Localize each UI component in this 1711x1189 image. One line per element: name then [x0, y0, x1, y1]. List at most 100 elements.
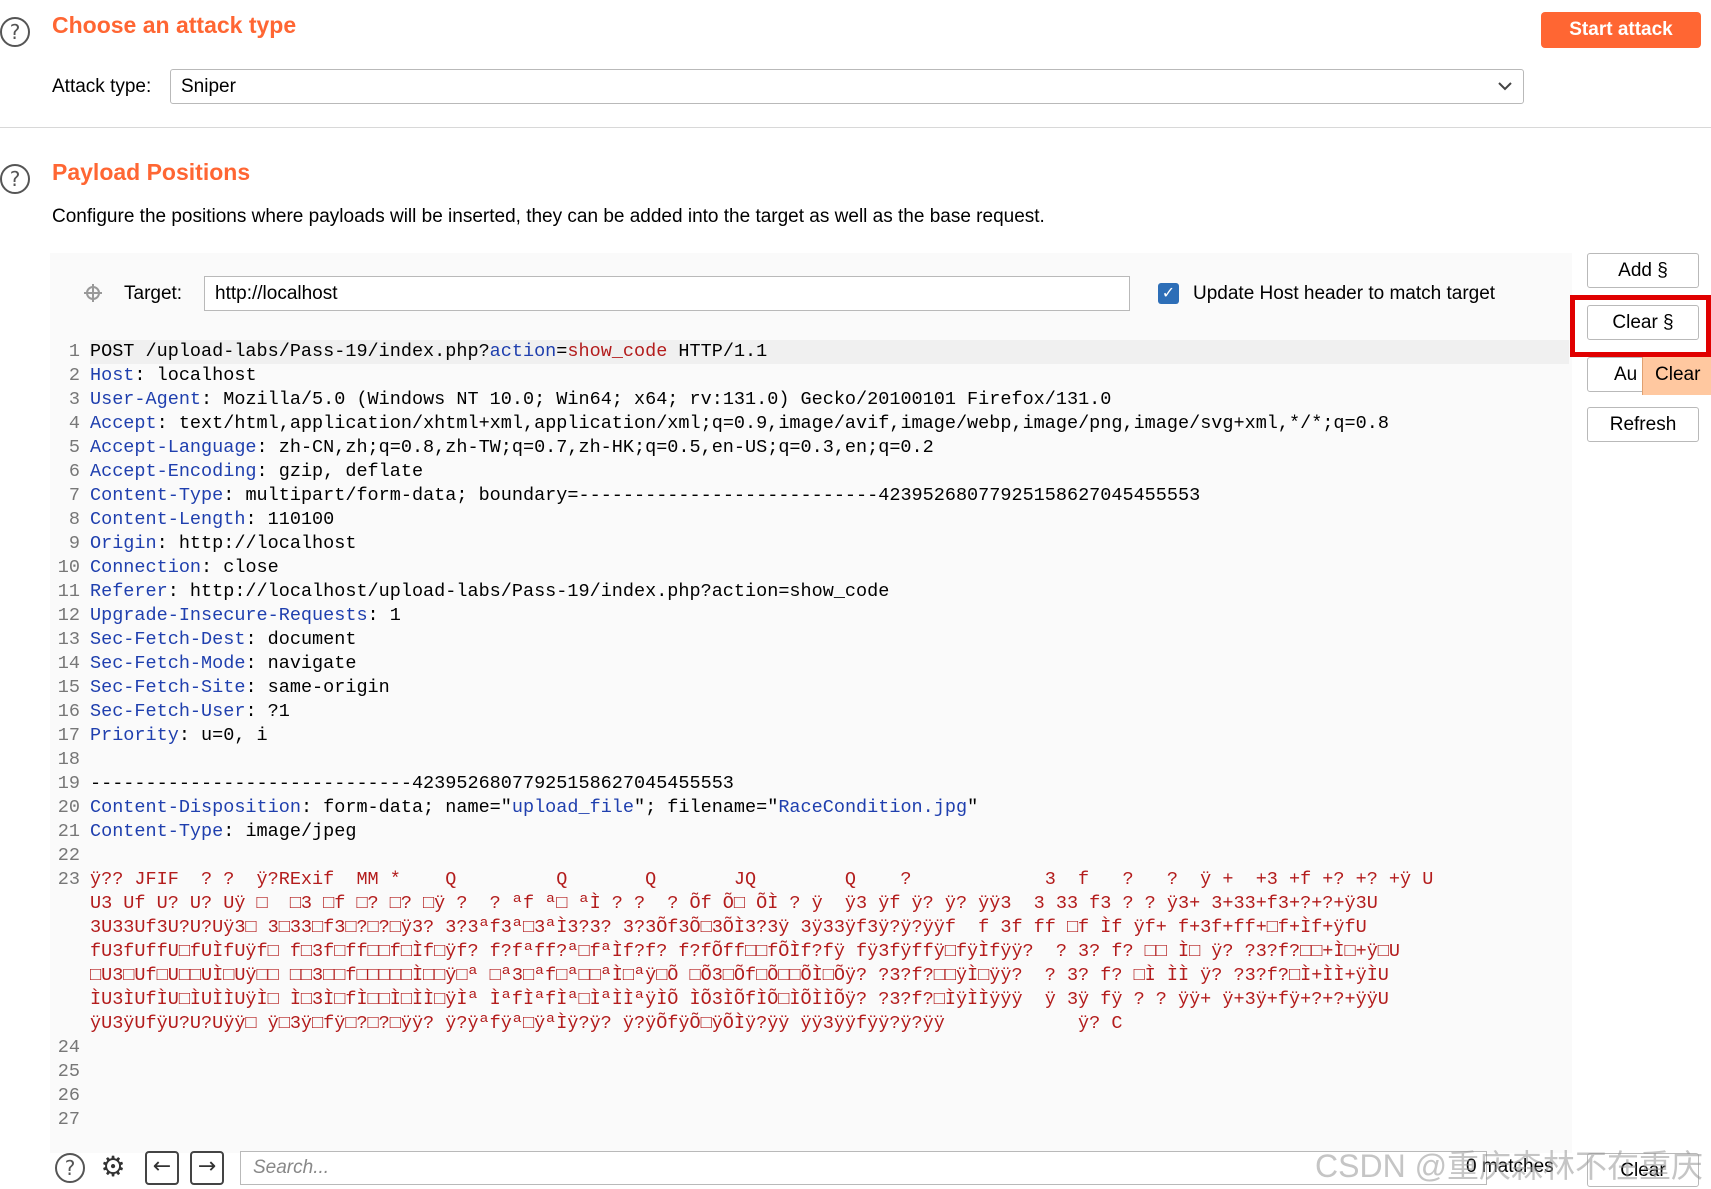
header-key: Sec-Fetch-Dest — [90, 629, 246, 650]
request-text: : ?1 — [245, 701, 290, 722]
line-number: 8 — [68, 509, 80, 530]
attack-type-label: Attack type: — [52, 76, 152, 97]
highlighted-value: fU3fUffU□fUÌfUÿf□ f□3f□ff□□f□Ìf□ÿf? f?fª… — [90, 941, 1401, 962]
highlighted-value: ÌU3ÌUfÌU□ÌUÌÌUÿÌ□ Ì□3Ì□fÌ□□Ì□ÌÌ□ÿÌª ÌªfÌ… — [90, 989, 1389, 1010]
request-line: 20 Content-Disposition: form-data; name="… — [54, 796, 978, 820]
header-key: Content-Length — [90, 509, 246, 530]
header-key: action — [489, 341, 557, 362]
line-number: 13 — [57, 629, 80, 650]
request-text: : document — [245, 629, 357, 650]
request-text: : gzip, deflate — [256, 461, 424, 482]
request-line: 18 — [54, 748, 90, 772]
header-key: Content-Type — [90, 821, 224, 842]
line-number: 18 — [57, 749, 80, 770]
line-number: 20 — [57, 797, 80, 818]
attack-type-value: Sniper — [181, 76, 236, 97]
payload-positions-description: Configure the positions where payloads w… — [52, 206, 1045, 227]
section-divider — [0, 127, 1711, 128]
highlight-box — [1570, 295, 1711, 357]
header-key: Content-Type — [90, 485, 224, 506]
header-key: Sec-Fetch-Mode — [90, 653, 246, 674]
request-line: 13 Sec-Fetch-Dest: document — [54, 628, 357, 652]
attack-type-select[interactable]: Sniper — [170, 69, 1524, 104]
request-line: 4 Accept: text/html,application/xhtml+xml… — [54, 412, 1389, 436]
help-icon[interactable]: ? — [55, 1153, 85, 1183]
request-line: 27 — [54, 1108, 90, 1132]
arrow-right-icon[interactable]: → — [190, 1151, 224, 1185]
arrow-left-icon[interactable]: ← — [145, 1151, 179, 1185]
line-number: 21 — [57, 821, 80, 842]
request-line: 25 — [54, 1060, 90, 1084]
request-text: : http://localhost/upload-labs/Pass-19/i… — [167, 581, 890, 602]
search-input[interactable]: Search... — [240, 1151, 1487, 1185]
highlighted-value: U3 Uf U? U? Uÿ □ □3 □f □? □? □ÿ ? ? ªf ª… — [90, 893, 1378, 914]
add-payload-marker-button[interactable]: Add § — [1587, 253, 1699, 288]
request-line: 9 Origin: http://localhost — [54, 532, 357, 556]
line-number: 7 — [68, 485, 80, 506]
header-key: Sec-Fetch-Site — [90, 677, 246, 698]
request-line: 11 Referer: http://localhost/upload-labs/… — [54, 580, 890, 604]
request-text: : text/html,application/xhtml+xml,applic… — [156, 413, 1389, 434]
request-line: fU3fUffU□fUÌfUÿf□ f□3f□ff□□f□Ìf□ÿf? f?fª… — [54, 940, 1400, 964]
update-host-checkbox[interactable]: ✓ — [1158, 283, 1179, 304]
crosshair-icon — [84, 284, 102, 302]
request-line: 19 -----------------------------423952680… — [54, 772, 734, 796]
request-line: 21 Content-Type: image/jpeg — [54, 820, 357, 844]
highlighted-value: □U3□Uf□U□□UÌ□Uÿ□□ □□3□□f□□□□□Ì□□ÿ□ª □ª3□… — [90, 965, 1389, 986]
line-number: 15 — [57, 677, 80, 698]
target-label: Target: — [124, 283, 183, 304]
start-attack-button[interactable]: Start attack — [1541, 12, 1701, 48]
request-line: 22 — [54, 844, 90, 868]
request-text: POST /upload-labs/Pass-19/index.php? — [90, 341, 490, 362]
header-key: Connection — [90, 557, 202, 578]
line-number: 23 — [57, 869, 80, 890]
watermark: CSDN @重庆森林不在重庆 — [1315, 1148, 1704, 1184]
line-number: 25 — [57, 1061, 80, 1082]
line-number: 10 — [57, 557, 80, 578]
highlighted-value: show_code — [567, 341, 668, 362]
request-line: 3 User-Agent: Mozilla/5.0 (Windows NT 10.… — [54, 388, 1112, 412]
line-number: 11 — [57, 581, 80, 602]
line-number: 17 — [57, 725, 80, 746]
request-line: 16 Sec-Fetch-User: ?1 — [54, 700, 290, 724]
header-key: Referer — [90, 581, 168, 602]
header-key: RaceCondition.jpg — [778, 797, 968, 818]
header-key: Accept-Language — [90, 437, 257, 458]
help-icon[interactable]: ? — [0, 164, 30, 194]
request-text: : u=0, i — [178, 725, 268, 746]
line-number: 1 — [68, 341, 80, 362]
line-number: 6 — [68, 461, 80, 482]
request-line: 15 Sec-Fetch-Site: same-origin — [54, 676, 390, 700]
request-text: : localhost — [134, 365, 257, 386]
request-line: 14 Sec-Fetch-Mode: navigate — [54, 652, 357, 676]
request-text: " — [967, 797, 979, 818]
line-number: 3 — [68, 389, 80, 410]
request-text: : image/jpeg — [223, 821, 357, 842]
help-icon[interactable]: ? — [0, 17, 30, 47]
header-key: Sec-Fetch-User — [90, 701, 246, 722]
line-number: 4 — [68, 413, 80, 434]
header-key: Upgrade-Insecure-Requests — [90, 605, 368, 626]
request-editor[interactable]: 1 POST /upload-labs/Pass-19/index.php?act… — [54, 340, 1569, 1140]
request-line: 1 POST /upload-labs/Pass-19/index.php?act… — [54, 340, 767, 364]
line-number: 22 — [57, 845, 80, 866]
target-input[interactable]: http://localhost — [204, 276, 1130, 311]
request-line: 12 Upgrade-Insecure-Requests: 1 — [54, 604, 401, 628]
highlighted-value: 3U33Uf3U?U?Uÿ3□ 3□33□f3□?□?□ÿ3? 3?3ªf3ª□… — [90, 917, 1367, 938]
line-number: 24 — [57, 1037, 80, 1058]
header-key: Accept-Encoding — [90, 461, 257, 482]
gear-icon[interactable]: ⚙ — [96, 1151, 130, 1185]
request-text: -----------------------------42395268077… — [90, 773, 734, 794]
header-key: User-Agent — [90, 389, 202, 410]
request-text: : Mozilla/5.0 (Windows NT 10.0; Win64; x… — [201, 389, 1112, 410]
header-key: Content-Disposition — [90, 797, 301, 818]
request-line: 7 Content-Type: multipart/form-data; boun… — [54, 484, 1200, 508]
line-number: 19 — [57, 773, 80, 794]
request-text: : same-origin — [245, 677, 390, 698]
request-line: ÌU3ÌUfÌU□ÌUÌÌUÿÌ□ Ì□3Ì□fÌ□□Ì□ÌÌ□ÿÌª ÌªfÌ… — [54, 988, 1389, 1012]
line-number: 12 — [57, 605, 80, 626]
request-text: HTTP/1.1 — [667, 341, 768, 362]
request-text: : form-data; name=" — [300, 797, 512, 818]
header-key: Priority — [90, 725, 179, 746]
refresh-button[interactable]: Refresh — [1587, 407, 1699, 442]
